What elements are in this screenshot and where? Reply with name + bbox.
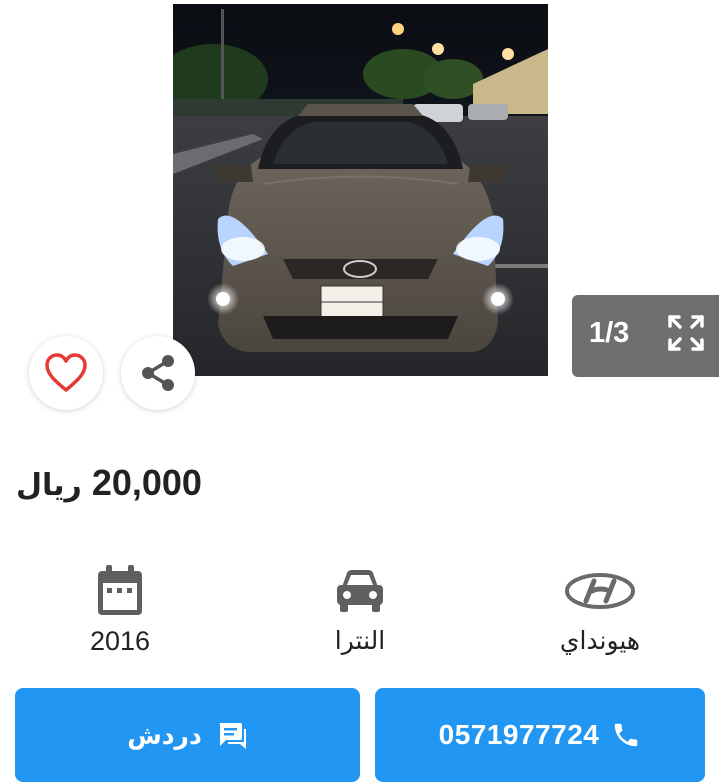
chevron-left-icon xyxy=(53,155,71,185)
car-photo[interactable] xyxy=(173,4,548,376)
fullscreen-button[interactable] xyxy=(666,313,706,353)
phone-icon xyxy=(611,720,641,750)
spec-model: النترا xyxy=(280,562,440,655)
chat-button[interactable]: دردش xyxy=(15,688,360,782)
calendar-icon xyxy=(95,562,145,620)
heart-icon xyxy=(45,353,87,392)
call-button[interactable]: 0571977724 xyxy=(375,688,705,782)
chat-button-label: دردش xyxy=(127,720,202,750)
spec-year-value: 2016 xyxy=(89,626,151,656)
prev-image-button[interactable] xyxy=(42,150,82,190)
chat-icon xyxy=(216,720,248,750)
price-amount: 20,000 xyxy=(91,462,202,503)
chevron-right-icon xyxy=(648,155,666,185)
spec-brand-value: هيونداي xyxy=(559,626,641,655)
fullscreen-icon xyxy=(668,315,704,351)
car-icon xyxy=(334,562,386,620)
spec-brand: هيونداي xyxy=(520,562,680,655)
image-gallery: 1/3 xyxy=(0,0,719,410)
spec-model-value: النترا xyxy=(334,626,386,655)
price-currency: ريال xyxy=(16,468,82,503)
hyundai-logo-icon xyxy=(564,562,636,620)
share-icon xyxy=(142,355,174,391)
call-button-label: 0571977724 xyxy=(438,719,600,750)
share-button[interactable] xyxy=(121,336,195,410)
image-counter: 1/3 xyxy=(572,295,719,377)
image-counter-text: 1/3 xyxy=(589,317,630,349)
price: ريال 20,000 xyxy=(16,462,202,504)
spec-year: 2016 xyxy=(40,562,200,657)
next-image-button[interactable] xyxy=(637,150,677,190)
favorite-button[interactable] xyxy=(29,336,103,410)
